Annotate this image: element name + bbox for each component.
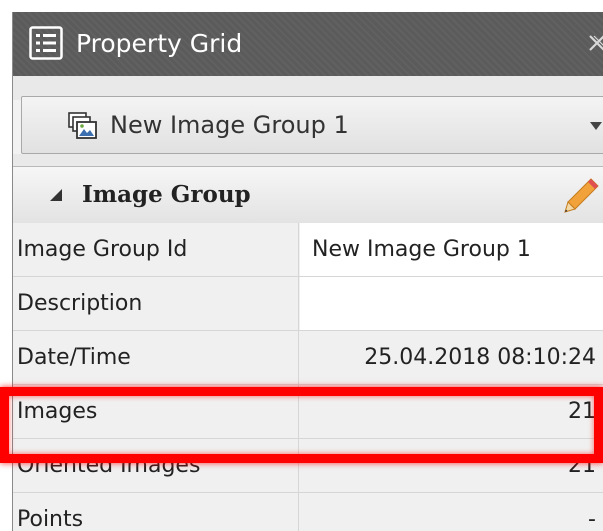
property-name: Date/Time xyxy=(13,331,299,384)
property-value: 21 xyxy=(568,453,596,478)
property-value: - xyxy=(588,507,596,531)
property-row-points[interactable]: Points - xyxy=(13,493,603,531)
list-icon xyxy=(29,26,63,60)
image-group-icon xyxy=(68,112,97,139)
close-icon[interactable] xyxy=(586,30,603,56)
property-row-oriented-images[interactable]: Oriented Images 21 xyxy=(13,439,603,493)
category-header-image-group[interactable]: Image Group xyxy=(13,166,603,224)
property-row-description[interactable]: Description xyxy=(13,277,603,331)
property-name: Images xyxy=(13,385,299,438)
property-grid-panel: Property Grid New Image Group 1 Image Gr… xyxy=(12,12,603,531)
title-bar[interactable]: Property Grid xyxy=(13,12,603,76)
category-label: Image Group xyxy=(82,181,251,208)
pencil-icon[interactable] xyxy=(561,176,601,216)
triangle-collapse-icon[interactable] xyxy=(49,188,63,202)
property-list: Image Group Id New Image Group 1 Descrip… xyxy=(13,223,603,531)
object-selector-dropdown[interactable]: New Image Group 1 xyxy=(21,96,603,154)
property-value[interactable]: New Image Group 1 xyxy=(300,223,603,276)
property-row-image-group-id[interactable]: Image Group Id New Image Group 1 xyxy=(13,223,603,277)
property-value: 25.04.2018 08:10:24 xyxy=(364,345,596,370)
property-name: Image Group Id xyxy=(13,223,299,276)
selected-object-label: New Image Group 1 xyxy=(110,111,349,139)
property-name: Oriented Images xyxy=(13,439,299,492)
property-value: 21 xyxy=(568,399,596,424)
property-name: Description xyxy=(13,277,299,330)
property-row-date-time[interactable]: Date/Time 25.04.2018 08:10:24 xyxy=(13,331,603,385)
chevron-down-icon[interactable] xyxy=(588,121,603,131)
property-name: Points xyxy=(13,493,299,531)
property-row-images[interactable]: Images 21 xyxy=(13,385,603,439)
selector-gap xyxy=(13,154,603,166)
property-value[interactable] xyxy=(300,277,603,330)
panel-title: Property Grid xyxy=(76,29,243,58)
